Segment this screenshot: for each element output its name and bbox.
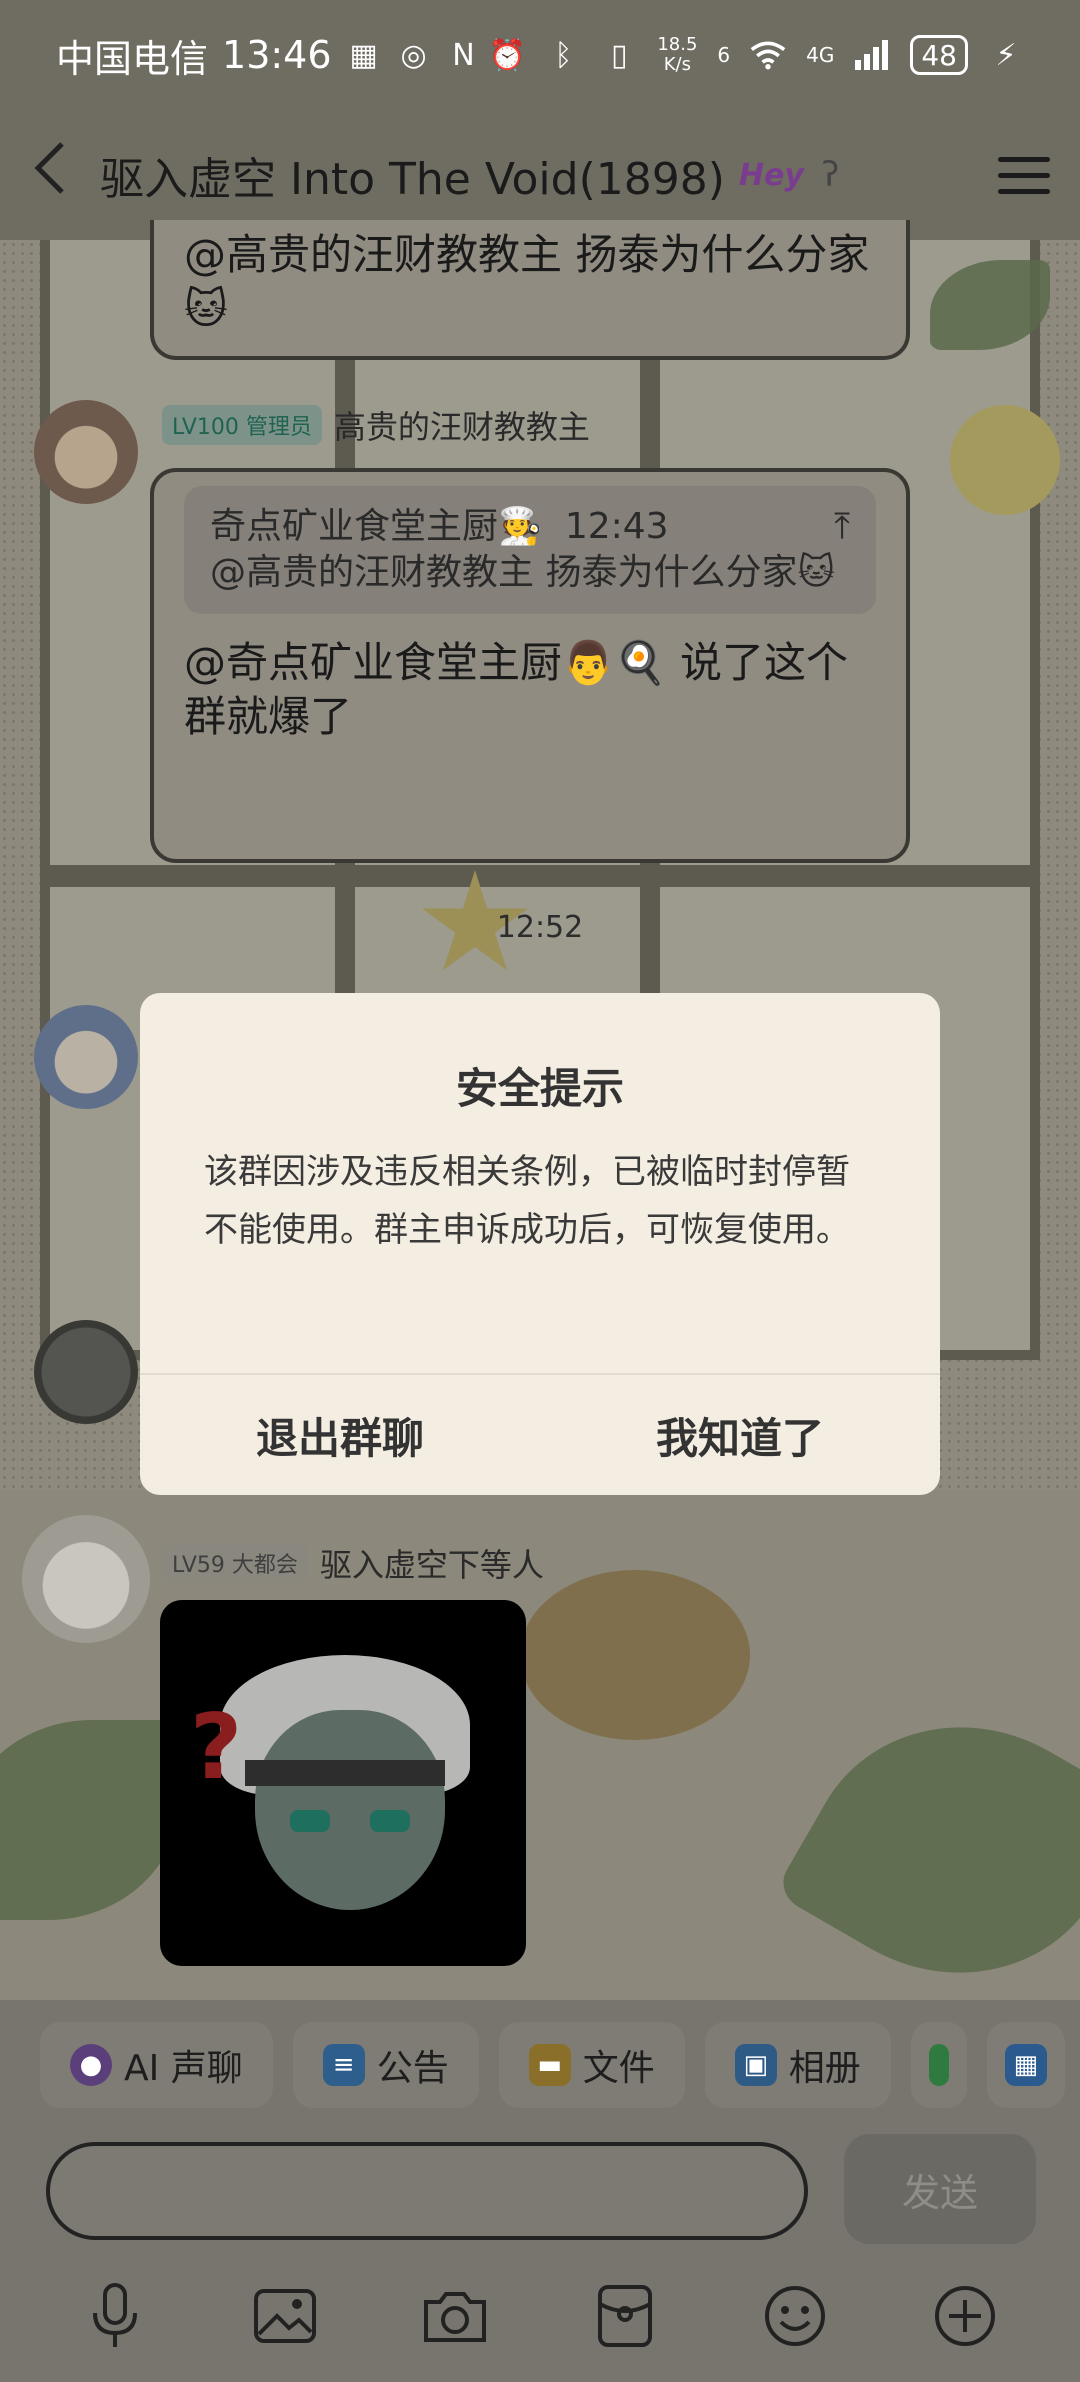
chip-ai-voice[interactable]: ● AI 声聊 bbox=[40, 2022, 273, 2108]
nfc-icon: N bbox=[452, 37, 475, 73]
chip-notice[interactable]: ≡ 公告 bbox=[292, 2022, 479, 2108]
exit-group-button[interactable]: 退出群聊 bbox=[140, 1375, 540, 1495]
dialog-title: 安全提示 bbox=[455, 1064, 624, 1113]
chip-apps[interactable]: ▦ bbox=[986, 2022, 1065, 2108]
carrier-label: 中国电信 bbox=[56, 36, 209, 81]
input-row: 发送 bbox=[0, 2130, 1080, 2250]
wifi-icon bbox=[750, 37, 786, 73]
level-badge: LV100 管理员 bbox=[162, 405, 322, 445]
message-text: @奇点矿业食堂主厨👨🍳 说了这个群就爆了 bbox=[184, 638, 848, 741]
avatar[interactable] bbox=[34, 1005, 138, 1109]
question-mark-icon: ? bbox=[190, 1695, 243, 1800]
clock: 13:46 bbox=[222, 33, 332, 77]
album-icon: ▣ bbox=[734, 2044, 777, 2086]
microphone-icon[interactable] bbox=[80, 2281, 150, 2351]
quote-time: 12:43 bbox=[564, 506, 669, 547]
sender-row: LV59 大都会 驱入虚空下等人 bbox=[162, 1540, 544, 1586]
message-bubble[interactable]: 奇点矿业食堂主厨🧑‍🍳 12:43 ⤒ @高贵的汪财教教主 扬泰为什么分家🐱 @… bbox=[150, 468, 910, 863]
message-bubble[interactable]: @高贵的汪财教教主 扬泰为什么分家🐱 bbox=[150, 220, 910, 360]
chevron-left-icon[interactable] bbox=[30, 138, 90, 213]
bottom-action-bar bbox=[0, 2250, 1080, 2382]
apps-grid-icon: ▦ bbox=[1004, 2044, 1047, 2086]
dialog-message: 该群因涉及违反相关条例，已被临时封停暂不能使用。群主申诉成功后，可恢复使用。 bbox=[204, 1152, 850, 1250]
ai-voice-icon: ● bbox=[70, 2044, 112, 2086]
sender-name: 高贵的汪财教教主 bbox=[333, 408, 590, 446]
notice-icon: ≡ bbox=[322, 2044, 365, 2086]
avatar[interactable] bbox=[34, 1320, 138, 1424]
charging-icon: ⚡ bbox=[995, 37, 1017, 73]
red-packet-icon[interactable] bbox=[590, 2281, 660, 2351]
acknowledge-button[interactable]: 我知道了 bbox=[540, 1375, 940, 1495]
flag-icon bbox=[928, 2044, 949, 2086]
avatar[interactable] bbox=[34, 400, 138, 504]
group-badge: Hey bbox=[738, 157, 804, 193]
sticker-image[interactable]: ? bbox=[160, 1600, 526, 1966]
quoted-message[interactable]: 奇点矿业食堂主厨🧑‍🍳 12:43 ⤒ @高贵的汪财教教主 扬泰为什么分家🐱 bbox=[184, 486, 876, 614]
image-icon[interactable] bbox=[250, 2281, 320, 2351]
send-button[interactable]: 发送 bbox=[844, 2134, 1036, 2244]
level-badge: LV59 大都会 bbox=[162, 1543, 308, 1583]
security-alert-dialog: 安全提示 该群因涉及违反相关条例，已被临时封停暂不能使用。群主申诉成功后，可恢复… bbox=[140, 993, 940, 1495]
emoji-icon[interactable] bbox=[760, 2281, 830, 2351]
battery-indicator: 48 bbox=[910, 35, 968, 75]
sender-row: LV100 管理员 高贵的汪财教教主 bbox=[162, 402, 590, 448]
quote-author: 奇点矿业食堂主厨🧑‍🍳 bbox=[210, 506, 543, 547]
message-text: @高贵的汪财教教主 扬泰为什么分家🐱 bbox=[184, 230, 870, 333]
ear-icon[interactable]: ʔ bbox=[822, 155, 839, 195]
bluetooth-icon: ᛒ bbox=[554, 37, 573, 73]
vibrate-icon: ▯ bbox=[611, 37, 628, 73]
time-divider: 12:52 bbox=[496, 910, 584, 945]
network-speed: 18.5 K/s bbox=[657, 34, 698, 75]
network-type: 4G bbox=[806, 43, 835, 67]
hamburger-menu-icon[interactable] bbox=[998, 156, 1050, 194]
camera-icon[interactable] bbox=[420, 2281, 490, 2351]
sim-label: 6 bbox=[717, 43, 731, 67]
jump-to-top-icon[interactable]: ⤒ bbox=[834, 504, 850, 550]
message-input[interactable] bbox=[46, 2142, 808, 2240]
sender-name: 驱入虚空下等人 bbox=[319, 1546, 544, 1584]
alarm-icon: ⏰ bbox=[488, 37, 526, 73]
avatar[interactable] bbox=[22, 1515, 150, 1643]
plus-icon[interactable] bbox=[930, 2281, 1000, 2351]
group-title[interactable]: 驱入虚空 Into The Void(1898) bbox=[100, 143, 725, 207]
app-notification-icon: ▦ bbox=[349, 37, 378, 73]
chip-files[interactable]: ▬ 文件 bbox=[498, 2022, 685, 2108]
chip-album[interactable]: ▣ 相册 bbox=[704, 2022, 891, 2108]
folder-icon: ▬ bbox=[528, 2044, 571, 2086]
quote-text: @高贵的汪财教教主 扬泰为什么分家🐱 bbox=[210, 552, 835, 593]
signal-icon bbox=[854, 37, 890, 73]
feature-toolbar: ● AI 声聊 ≡ 公告 ▬ 文件 ▣ 相册 ▦ bbox=[0, 2000, 1080, 2130]
status-bar: 中国电信 13:46 ▦ ◎ N ⏰ ᛒ ▯ 18.5 K/s 6 4G 48 … bbox=[0, 0, 1080, 110]
chip-partial[interactable] bbox=[910, 2022, 967, 2108]
hd-call-icon: ◎ bbox=[400, 37, 427, 73]
